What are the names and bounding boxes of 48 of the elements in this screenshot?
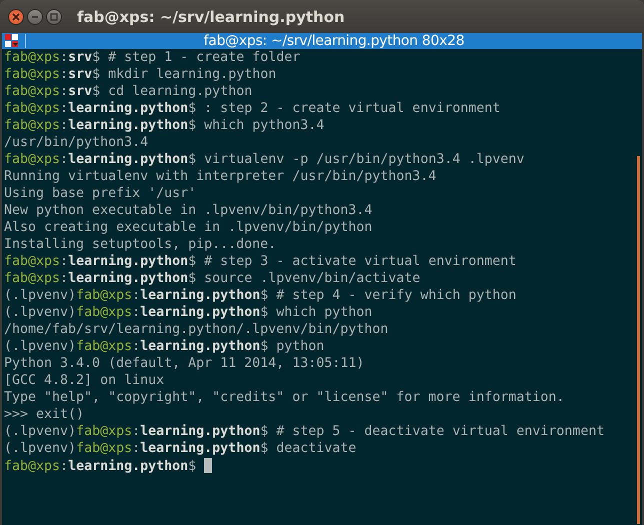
grid-menu-icon[interactable] <box>5 34 19 48</box>
window-title: fab@xps: ~/srv/learning.python <box>77 8 345 26</box>
command-text: mkdir learning.python <box>108 67 276 82</box>
command-text: which python3.4 <box>204 118 324 133</box>
close-button[interactable] <box>8 8 24 24</box>
output-line: /home/fab/srv/learning.python/.lpvenv/bin/python <box>4 322 388 337</box>
maximize-icon <box>50 12 58 20</box>
minimize-button[interactable] <box>27 8 43 24</box>
prompt: (.lpvenv)fab@xps:learning.python$ <box>4 339 268 354</box>
prompt: fab@xps:learning.python$ <box>4 118 196 133</box>
output-line: [GCC 4.8.2] on linux <box>4 373 164 388</box>
prompt: (.lpvenv)fab@xps:learning.python$ <box>4 441 268 456</box>
command-text: which python <box>276 305 372 320</box>
output-line: Running virtualenv with interpreter /usr/bin/python3.4 <box>4 169 436 184</box>
prompt: fab@xps:srv$ <box>4 50 100 65</box>
output-line: Python 3.4.0 (default, Apr 11 2014, 13:05:11) <box>4 356 364 371</box>
terminal-title: fab@xps: ~/srv/learning.python 80x28 <box>202 33 466 49</box>
prompt: fab@xps:srv$ <box>4 84 100 99</box>
output-line: New python executable in .lpvenv/bin/python3.4 <box>4 203 372 218</box>
prompt: (.lpvenv)fab@xps:learning.python$ <box>4 288 268 303</box>
command-text: # step 3 - activate virtual environment <box>204 254 516 269</box>
prompt: fab@xps:srv$ <box>4 67 100 82</box>
prompt: (.lpvenv)fab@xps:learning.python$ <box>4 424 268 439</box>
output-line: /usr/bin/python3.4 <box>4 135 148 150</box>
command-text: deactivate <box>276 441 356 456</box>
command-text: # step 4 - verify which python <box>276 288 516 303</box>
command-text: : step 2 - create virtual environment <box>204 101 500 116</box>
prompt: fab@xps:learning.python$ <box>4 459 196 474</box>
output-line: Installing setuptools, pip...done. <box>4 237 276 252</box>
terminal[interactable] <box>2 49 642 525</box>
prompt: fab@xps:learning.python$ <box>4 152 196 167</box>
command-text: # step 1 - create folder <box>108 50 300 65</box>
command-text: virtualenv -p /usr/bin/python3.4 .lpvenv <box>204 152 524 167</box>
scrollbar[interactable] <box>637 156 640 524</box>
command-text: python <box>276 339 324 354</box>
command-text: cd learning.python <box>108 84 252 99</box>
output-line: >>> exit() <box>4 407 84 422</box>
command-text: source .lpvenv/bin/activate <box>204 271 420 286</box>
output-line: Also creating executable in .lpvenv/bin/python <box>4 220 372 235</box>
close-icon <box>12 12 20 20</box>
prompt: (.lpvenv)fab@xps:learning.python$ <box>4 305 268 320</box>
prompt: fab@xps:learning.python$ <box>4 101 196 116</box>
prompt: fab@xps:learning.python$ <box>4 271 196 286</box>
output-line: Using base prefix '/usr' <box>4 186 196 201</box>
maximize-button[interactable] <box>46 8 62 24</box>
prompt: fab@xps:learning.python$ <box>4 254 196 269</box>
command-text: # step 5 - deactivate virtual environment <box>276 424 604 439</box>
output-line: Type "help", "copyright", "credits" or "license" for more information. <box>4 390 564 405</box>
